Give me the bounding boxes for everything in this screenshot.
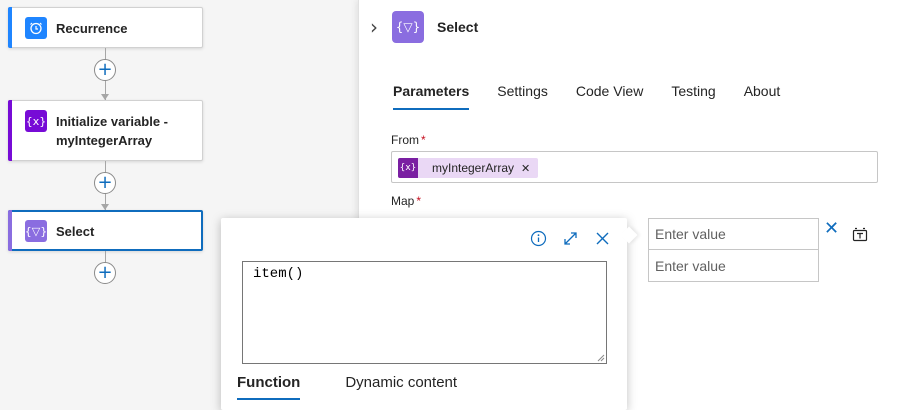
panel-tabs: Parameters Settings Code View Testing Ab… (393, 82, 808, 112)
map-value-field[interactable]: Enter value (648, 218, 819, 250)
select-icon: {▽} (25, 220, 47, 242)
map-label: Map * (391, 194, 421, 208)
popup-toolbar (517, 227, 613, 249)
required-mark: * (416, 194, 422, 208)
variable-icon: {x} (25, 110, 47, 132)
card-title: Initialize variable - myIntegerArray (56, 114, 168, 148)
map-label-text: Map (391, 194, 415, 208)
select-icon: {▽} (392, 11, 424, 43)
required-mark: * (421, 133, 426, 147)
add-step-button[interactable]: + (94, 172, 116, 194)
info-icon[interactable] (527, 227, 549, 249)
map-table: Enter value Enter value (648, 218, 819, 282)
panel-title: Select (437, 19, 479, 35)
card-accent-bar (8, 210, 12, 251)
tab-code-view[interactable]: Code View (576, 82, 643, 110)
from-input[interactable]: {x} myIntegerArray ✕ (391, 151, 878, 183)
from-label: From * (391, 133, 426, 147)
remove-token-icon[interactable]: ✕ (521, 162, 530, 175)
expression-editor-tabs: Function Dynamic content (237, 374, 502, 400)
from-label-text: From (391, 133, 419, 147)
tab-dynamic-content[interactable]: Dynamic content (345, 374, 457, 400)
tab-about[interactable]: About (744, 82, 781, 110)
tab-settings[interactable]: Settings (497, 82, 548, 110)
add-step-button[interactable]: + (94, 262, 116, 284)
map-value-field[interactable]: Enter value (648, 250, 819, 282)
panel-header: › {▽} Select (359, 11, 900, 45)
close-icon[interactable]: ✕ (824, 220, 842, 238)
recurrence-card[interactable]: Recurrence (8, 7, 203, 48)
expression-input[interactable]: item() (242, 261, 607, 364)
initialize-variable-card[interactable]: {x} Initialize variable - myIntegerArray (8, 100, 203, 161)
switch-to-text-mode-icon[interactable] (851, 226, 869, 244)
expand-icon[interactable] (559, 227, 581, 249)
expression-editor-popup: item() Function Dynamic content (221, 218, 638, 410)
close-icon[interactable] (591, 227, 613, 249)
clock-icon (25, 17, 47, 39)
variable-icon: {x} (398, 158, 418, 178)
chevron-right-icon[interactable]: › (370, 17, 382, 37)
tab-parameters[interactable]: Parameters (393, 82, 470, 110)
card-accent-bar (8, 100, 12, 161)
tab-testing[interactable]: Testing (671, 82, 715, 110)
tab-function[interactable]: Function (237, 374, 301, 400)
card-title: Recurrence (56, 21, 128, 36)
token-label: myIntegerArray (432, 161, 515, 175)
card-accent-bar (8, 7, 12, 48)
add-step-button[interactable]: + (94, 59, 116, 81)
card-title: Select (56, 224, 95, 239)
dynamic-content-token[interactable]: {x} myIntegerArray ✕ (398, 158, 539, 178)
resize-grip-icon[interactable] (597, 354, 605, 362)
select-card[interactable]: {▽} Select (8, 210, 203, 251)
